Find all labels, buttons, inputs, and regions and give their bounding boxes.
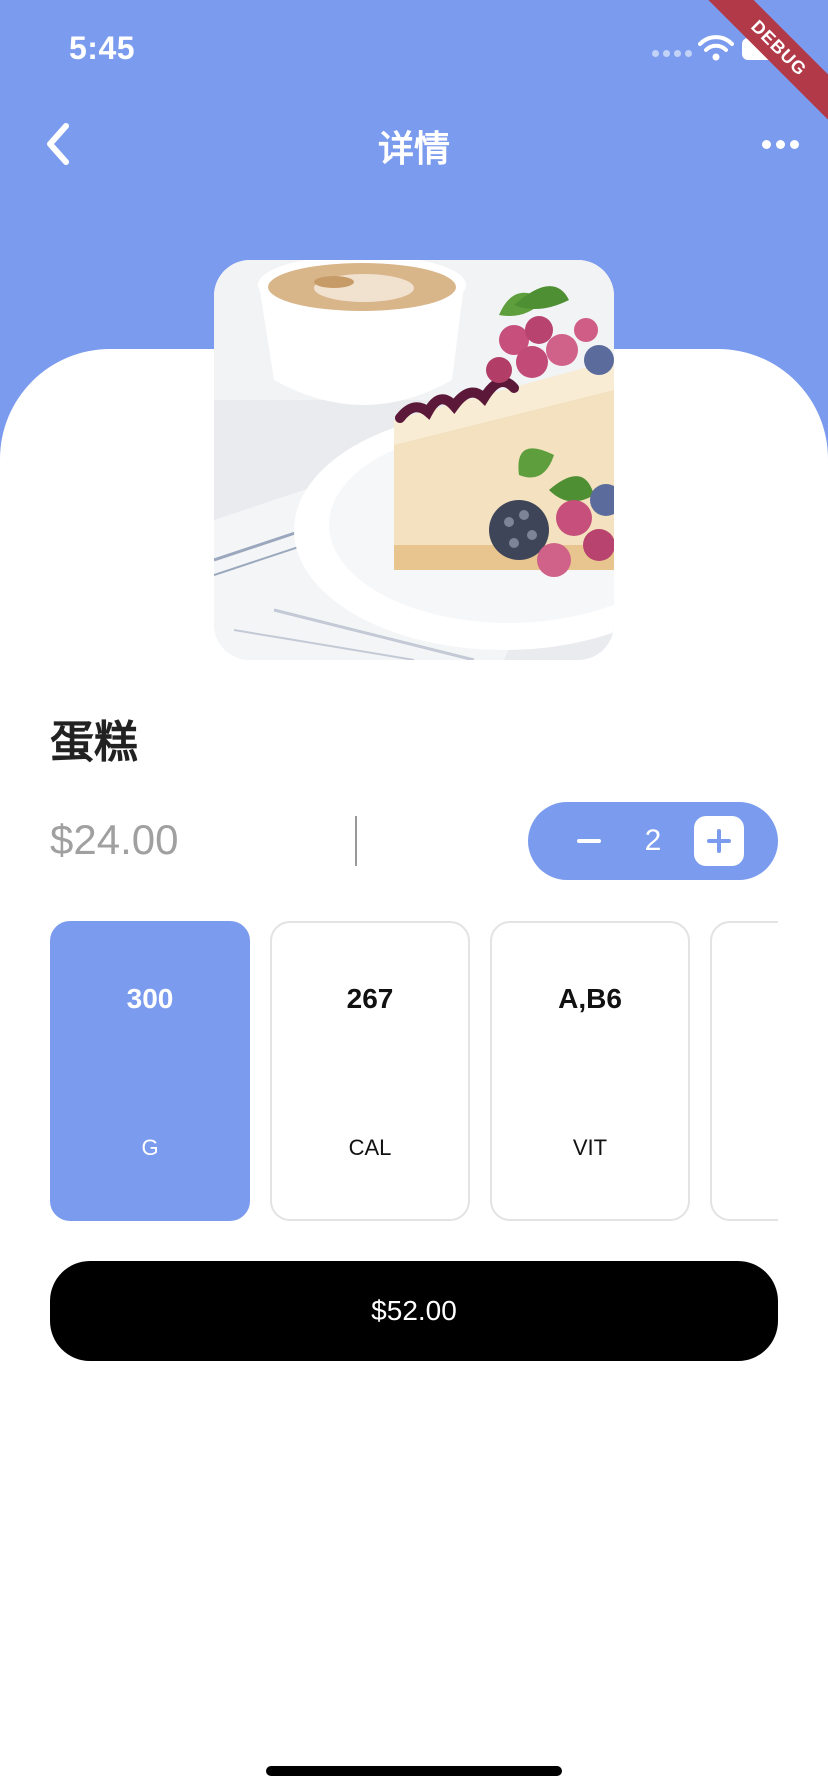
quantity-value: 2 [644,824,662,857]
product-image [214,260,614,660]
decrease-quantity-button[interactable] [566,818,612,864]
nutrition-card-calories[interactable]: 267 CAL [270,921,470,1221]
more-dot-icon [789,139,799,149]
debug-label: DEBUG [700,0,828,127]
increase-quantity-button[interactable] [694,816,744,866]
cellular-signal-icon [652,50,692,57]
nutrition-value: 267 [346,983,394,1014]
home-indicator[interactable] [266,1766,562,1776]
checkout-total: $52.00 [371,1295,457,1326]
more-dot-icon [775,139,785,149]
debug-ribbon: DEBUG [698,0,828,130]
page-title: 详情 [377,129,450,170]
unit-price: $24.00 [50,816,179,863]
nutrition-value: A,B6 [558,983,622,1014]
checkout-button[interactable]: $52.00 [50,1261,778,1361]
more-options-button[interactable] [756,126,804,162]
product-name: 蛋糕 [50,717,138,768]
more-dot-icon [761,139,771,149]
nutrition-card-partial[interactable] [710,921,778,1221]
nutrition-value: 300 [126,983,174,1014]
status-time: 5:45 [69,30,136,66]
price-divider [355,816,357,866]
nutrition-card-weight[interactable]: 300 G [50,921,250,1221]
quantity-stepper: 2 [528,802,778,880]
nutrition-card-list[interactable]: 300 G 267 CAL A,B6 VIT [50,921,778,1221]
nutrition-unit: CAL [348,1135,392,1160]
nutrition-unit: G [141,1135,159,1160]
nutrition-card-vitamins[interactable]: A,B6 VIT [490,921,690,1221]
nutrition-unit: VIT [572,1135,608,1160]
